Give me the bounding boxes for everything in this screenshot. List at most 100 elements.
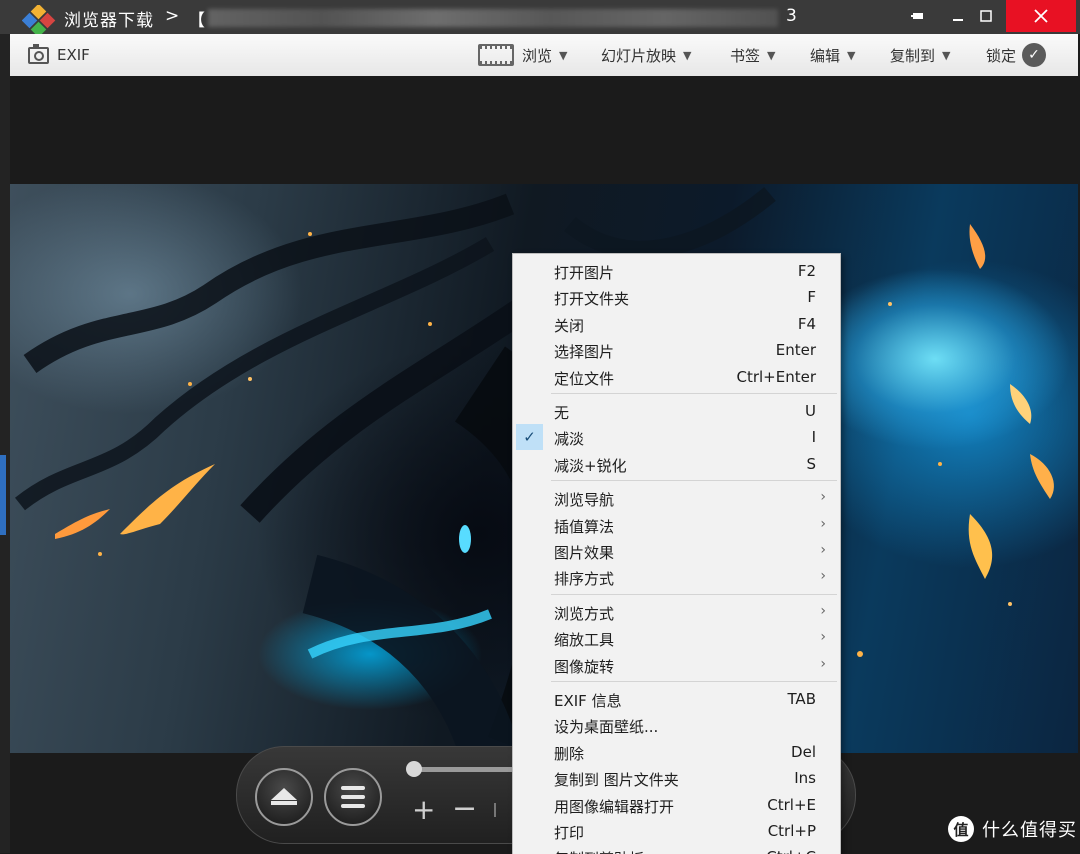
menu-item[interactable]: 打开文件夹 F [513,284,840,310]
progress-slider-handle[interactable] [406,761,422,777]
control-divider [494,803,496,817]
copy-to-label: 复制到 [890,46,936,65]
zoom-out-button[interactable]: − [452,791,477,826]
menu-item[interactable]: ✓ 减淡 I [513,424,840,451]
menu-item[interactable]: 设为桌面壁纸... [513,712,840,738]
check-circle-icon: ✓ [1022,43,1047,67]
menu-item-label: 无 [554,404,570,422]
menu-item-shortcut: Del [791,742,816,761]
menu-item-shortcut: Ctrl+C [766,848,816,854]
menu-item-label: 图片效果 [554,544,615,562]
menu-item-label: 减淡 [554,430,585,449]
chevron-right-icon: › [820,629,826,646]
chevron-down-icon: ▼ [559,48,568,62]
menu-item-label: 设为桌面壁纸... [554,718,659,737]
smzdm-logo-icon: 值 [948,816,974,842]
slideshow-menu[interactable]: 幻灯片放映 ▼ [601,34,691,76]
menu-item-label: 插值算法 [554,517,615,536]
title-bracket: 【 [188,11,205,31]
chevron-right-icon: › [820,515,826,532]
menu-separator [551,593,837,595]
chevron-down-icon: ▼ [942,48,951,62]
menu-item-shortcut: F4 [797,314,816,333]
menu-item[interactable]: 复制到 图片文件夹 Ins [513,765,840,791]
menu-item[interactable]: 浏览导航 › [513,485,840,511]
blurred-filename [208,9,778,27]
chevron-right-icon: › [820,542,826,558]
menu-item-label: 打开图片 [554,264,615,282]
menu-item-shortcut: F [807,288,816,307]
menu-item[interactable]: 选择图片 Enter [513,337,840,363]
window-left-edge [0,34,10,853]
menu-item[interactable]: 缩放工具 › [513,625,840,651]
lock-label: 锁定 [986,46,1017,65]
close-window-button[interactable] [1006,0,1076,32]
copy-to-menu[interactable]: 复制到 ▼ [890,34,950,76]
edit-label: 编辑 [810,46,841,65]
title-bar: 浏览器下载 > 【 3 [0,0,1080,38]
menu-item[interactable]: 无U [513,398,840,424]
eject-button[interactable] [255,768,313,826]
menu-item-label: EXIF 信息 [554,692,622,710]
context-menu: 打开图片 F2 打开文件夹 F 关闭 F4 选择图片 Enter 定位文件 Ctrl+Enter 无… [512,253,841,854]
pin-button[interactable] [898,0,938,32]
maximize-icon [980,10,992,22]
exif-button[interactable]: EXIF [28,34,90,76]
checkmark-icon: ✓ [516,424,543,451]
menu-item-shortcut: S [806,454,816,473]
menu-item-shortcut: U [805,402,816,420]
lock-button[interactable]: 锁定 ✓ [986,34,1047,76]
window-title-app: 浏览器下载 [64,11,154,31]
menu-item[interactable]: EXIF 信息 TAB [513,686,840,712]
zoom-in-button[interactable]: + [412,793,435,826]
menu-item-shortcut: I [811,428,816,447]
menu-item-label: 减淡+锐化 [554,456,627,475]
chevron-down-icon: ▼ [767,48,776,62]
menu-item[interactable]: 图像旋转 › [513,652,840,678]
taskbar-accent [0,455,6,535]
close-icon [1034,9,1048,23]
chevron-right-icon: › [820,602,826,619]
menu-item[interactable]: 关闭 F4 [513,311,840,337]
progress-slider-track[interactable] [410,767,514,772]
menu-item[interactable]: 插值算法 › [513,512,840,538]
menu-button[interactable] [324,768,382,826]
menu-item-label: 打印 [554,824,585,842]
menu-item[interactable]: 打印 Ctrl+P [513,818,840,844]
menu-item-label: 选择图片 [554,343,615,362]
menu-item[interactable]: 排序方式 › [513,564,840,590]
menu-item[interactable]: 打开图片 F2 [513,258,840,284]
menu-item-shortcut: TAB [787,690,816,708]
eject-bar [271,801,297,805]
chevron-down-icon: ▼ [847,48,856,62]
menu-item-shortcut: Ctrl+E [767,795,816,814]
menu-item-label: 用图像编辑器打开 [554,797,675,816]
menu-item-shortcut: Ctrl+P [767,822,816,840]
watermark-text: 什么值得买 [982,820,1077,841]
menu-item-shortcut: Ins [794,769,816,788]
browse-menu[interactable]: 浏览 ▼ [478,34,567,76]
browse-label: 浏览 [522,46,553,65]
menu-item-label: 缩放工具 [554,631,615,650]
menu-item[interactable]: 定位文件 Ctrl+Enter [513,364,840,390]
maximize-button[interactable] [966,0,1006,32]
menu-separator [551,393,837,394]
bookmark-label: 书签 [730,46,761,65]
menu-item[interactable]: 用图像编辑器打开 Ctrl+E [513,792,840,818]
menu-item[interactable]: 减淡+锐化 S [513,451,840,477]
menu-item-shortcut: Enter [775,341,816,360]
watermark: 值 什么值得买 [948,816,1077,842]
menu-item[interactable]: 图片效果 › [513,538,840,564]
title-separator: > [165,6,180,26]
menu-item[interactable]: 删除 Del [513,739,840,765]
menu-item-shortcut: F2 [797,262,816,280]
menu-item[interactable]: 浏览方式 › [513,599,840,625]
edit-menu[interactable]: 编辑 ▼ [810,34,855,76]
chevron-right-icon: › [820,568,826,585]
toolbar: EXIF 浏览 ▼ 幻灯片放映 ▼ 书签 ▼ 编辑 ▼ 复制到 ▼ 锁定 ✓ [10,34,1078,77]
minimize-icon [953,19,963,21]
chevron-right-icon: › [820,655,826,672]
eject-icon [271,788,297,800]
bookmark-menu[interactable]: 书签 ▼ [730,34,775,76]
menu-separator [551,480,837,482]
